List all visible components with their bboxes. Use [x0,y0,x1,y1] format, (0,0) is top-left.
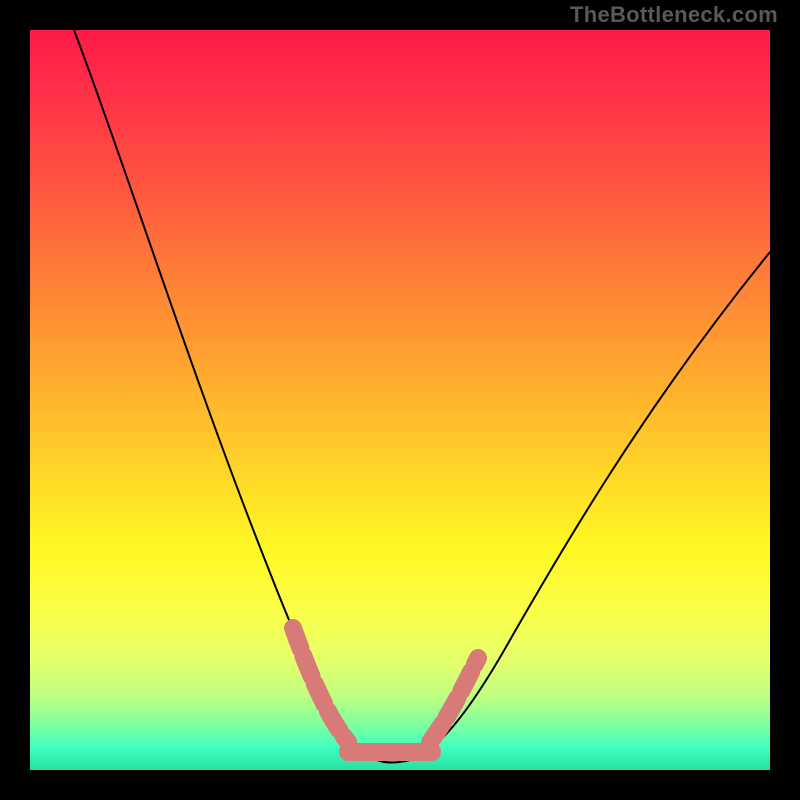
curve-layer [30,30,770,770]
chart-container: TheBottleneck.com [0,0,800,800]
plot-area [30,30,770,770]
watermark-text: TheBottleneck.com [570,2,778,28]
optimal-marker-right [430,658,478,742]
bottleneck-curve [74,30,770,763]
optimal-marker-left [293,628,348,742]
